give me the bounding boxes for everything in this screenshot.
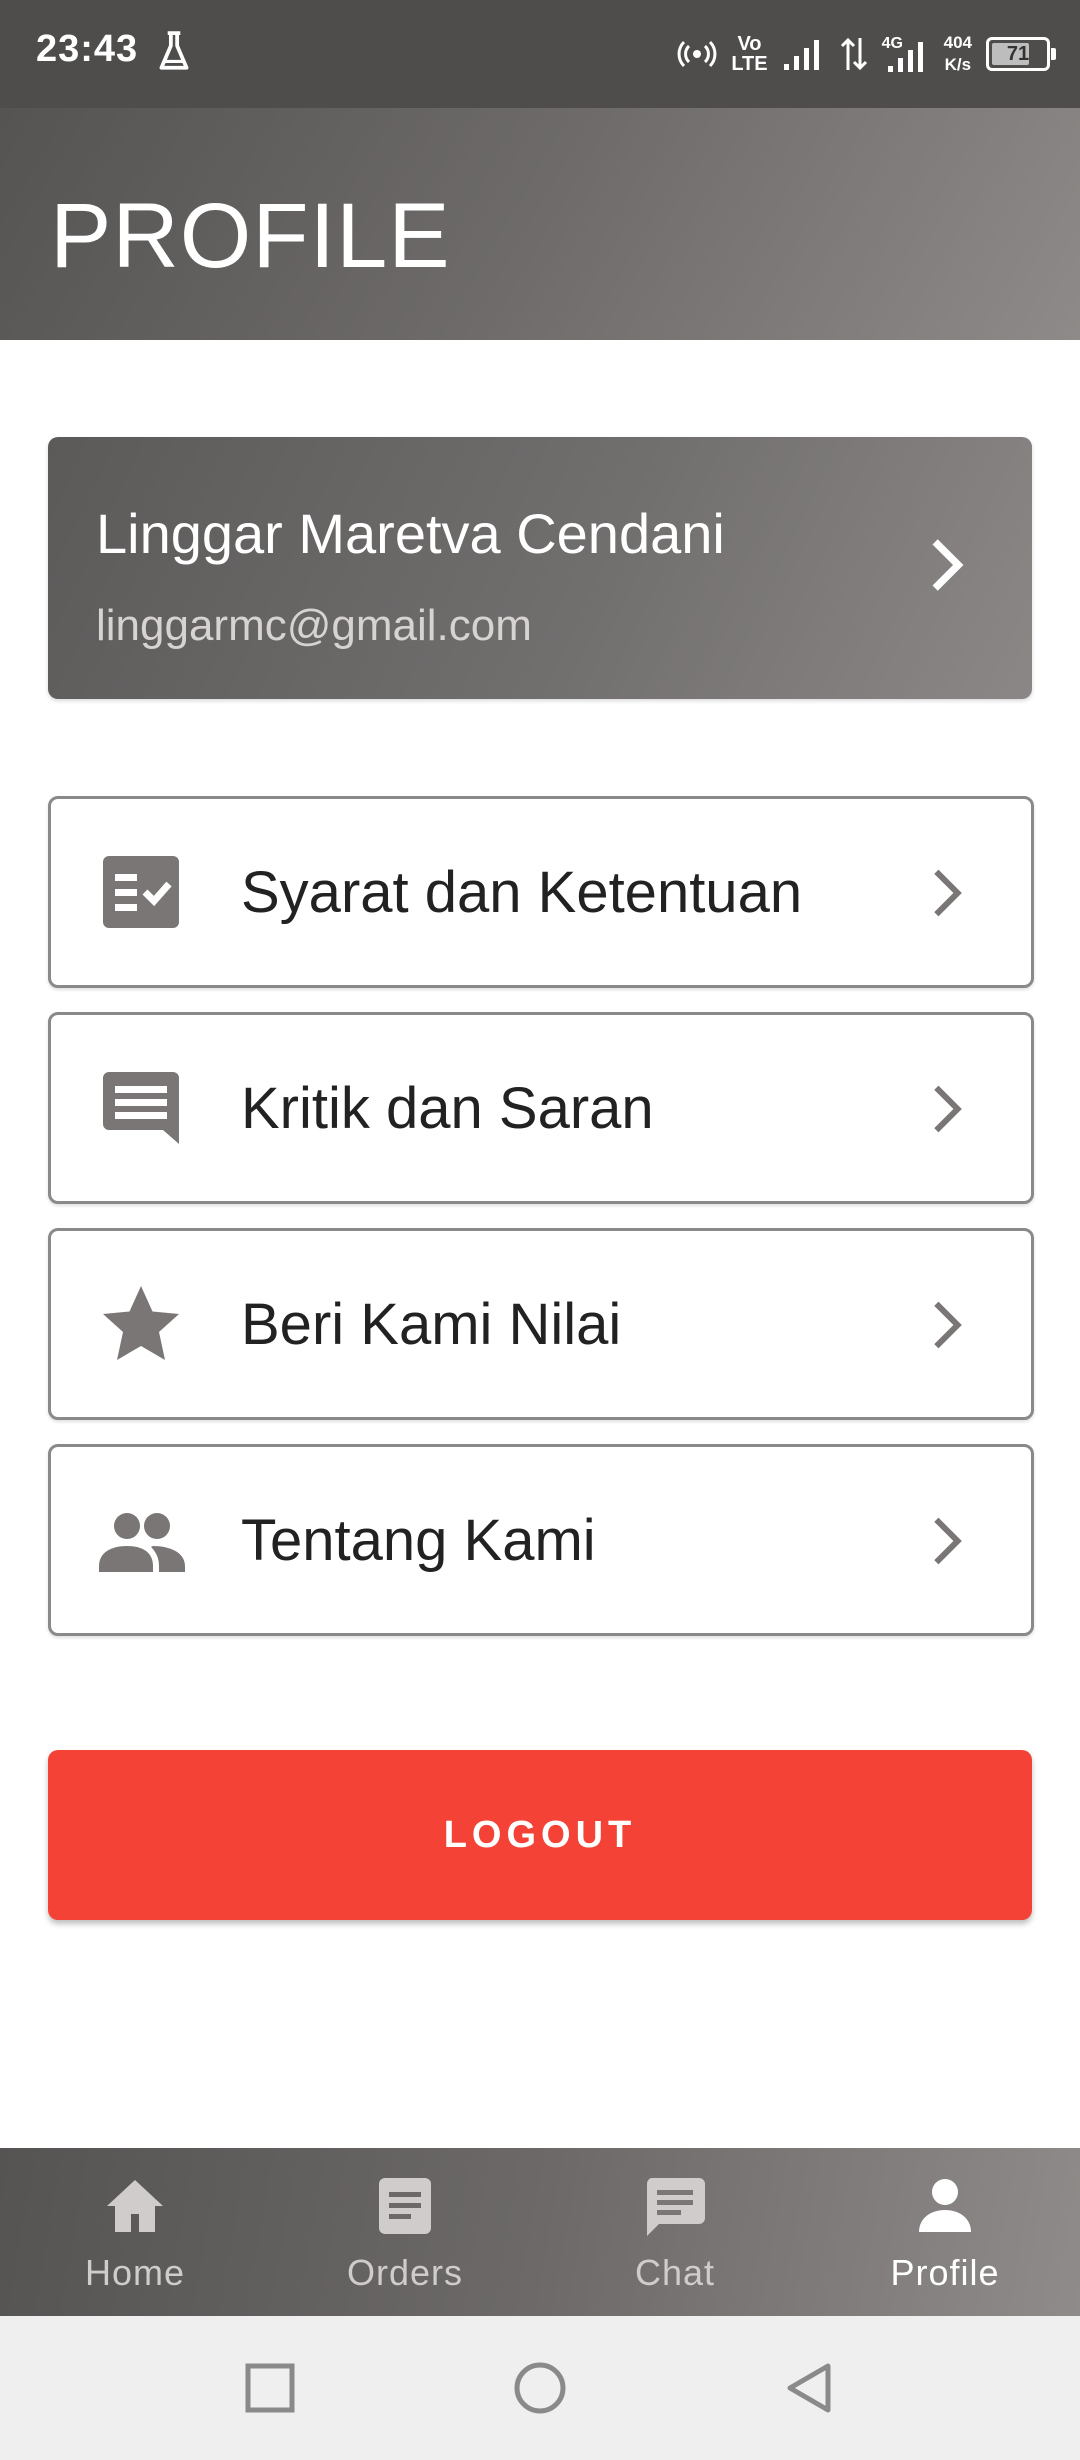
profile-name: Linggar Maretva Cendani	[96, 502, 725, 565]
bottom-nav: Home Orders Chat Profile	[0, 2148, 1080, 2316]
signal-icon	[783, 40, 819, 70]
person-icon	[919, 2179, 971, 2232]
status-time: 23:43	[36, 28, 139, 70]
nav-item-profile[interactable]: Profile	[810, 2148, 1080, 2316]
menu-label: Tentang Kami	[241, 1508, 596, 1573]
speed-value: 404	[943, 33, 972, 52]
menu-item-feedback[interactable]: Kritik dan Saran	[48, 1012, 1034, 1204]
volte-top: Vo	[737, 33, 762, 55]
chevron-right-icon	[934, 1517, 962, 1565]
recent-apps-icon[interactable]	[242, 2360, 298, 2416]
menu-label: Kritik dan Saran	[241, 1076, 654, 1141]
menu-item-terms[interactable]: Syarat dan Ketentuan	[48, 796, 1034, 988]
back-triangle-icon[interactable]	[782, 2360, 838, 2416]
status-icons: Vo LTE 4G 404 K/s 71	[677, 26, 1056, 82]
chevron-right-icon	[934, 1085, 962, 1133]
nav-label: Chat	[634, 2252, 716, 2293]
profile-card[interactable]: Linggar Maretva Cendani linggarmc@gmail.…	[48, 437, 1032, 699]
system-navigation-bar	[0, 2316, 1080, 2460]
page-title: PROFILE	[50, 185, 451, 287]
volte-indicator: Vo LTE	[731, 34, 767, 74]
nav-item-orders[interactable]: Orders	[270, 2148, 540, 2316]
menu-item-about-us[interactable]: Tentang Kami	[48, 1444, 1034, 1636]
nav-label: Home	[84, 2252, 186, 2293]
menu-label: Syarat dan Ketentuan	[241, 860, 803, 925]
home-icon	[107, 2180, 163, 2232]
checklist-icon	[103, 856, 179, 928]
home-circle-icon[interactable]	[512, 2360, 568, 2416]
logout-button[interactable]: LOGOUT	[48, 1750, 1032, 1920]
nav-label: Orders	[346, 2252, 464, 2293]
volte-bottom: LTE	[731, 53, 768, 75]
chevron-right-icon	[932, 539, 964, 591]
message-icon	[103, 1072, 179, 1144]
status-bar: 23:43 Vo LTE 4G 404 K/s 71	[0, 0, 1080, 108]
people-icon	[99, 1513, 185, 1572]
nav-item-chat[interactable]: Chat	[540, 2148, 810, 2316]
star-icon	[103, 1286, 179, 1360]
nav-label: Profile	[890, 2252, 1000, 2293]
signal-icon-secondary	[887, 42, 923, 72]
signal-4g: 4G	[882, 34, 930, 74]
app-header: PROFILE	[0, 108, 1080, 340]
speed-unit: K/s	[944, 55, 972, 74]
profile-email: linggarmc@gmail.com	[96, 601, 532, 650]
document-icon	[379, 2178, 431, 2234]
chat-icon	[646, 2178, 705, 2236]
nav-item-home[interactable]: Home	[0, 2148, 270, 2316]
menu-label: Beri Kami Nilai	[241, 1292, 622, 1357]
battery-level: 71	[1006, 42, 1030, 65]
menu-item-rate-us[interactable]: Beri Kami Nilai	[48, 1228, 1034, 1420]
battery-icon: 71	[986, 37, 1056, 71]
data-transfer-icon	[840, 37, 867, 71]
network-speed: 404 K/s	[944, 32, 972, 76]
hotspot-icon	[677, 40, 717, 68]
chevron-right-icon	[934, 869, 962, 917]
flask-icon	[159, 31, 189, 70]
chevron-right-icon	[934, 1301, 962, 1349]
